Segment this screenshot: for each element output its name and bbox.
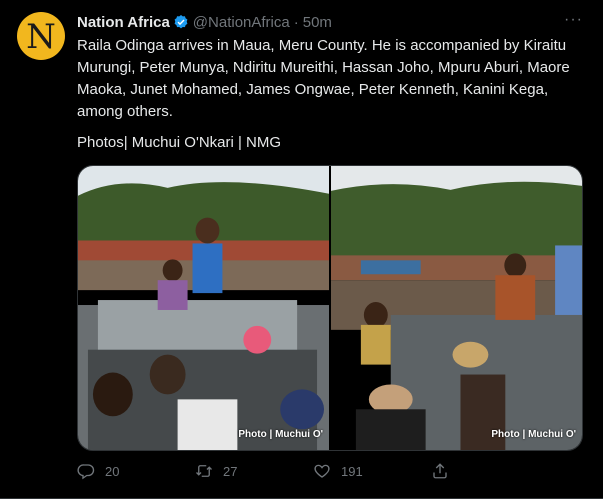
retweet-button[interactable]: 27 — [195, 462, 313, 480]
avatar[interactable]: N — [17, 12, 65, 60]
share-icon — [433, 463, 447, 479]
tweet-header: Nation Africa @NationAfrica · 50m ··· — [77, 11, 583, 33]
photo-watermark: Photo | Muchui O' — [491, 429, 576, 440]
tweet-text: Raila Odinga arrives in Maua, Meru Count… — [77, 37, 574, 120]
like-count: 191 — [341, 463, 363, 479]
dot-separator: · — [293, 13, 299, 31]
photo-watermark: Photo | Muchui O' — [238, 429, 323, 440]
crowd-photo-image — [78, 166, 329, 450]
heart-icon — [314, 464, 330, 478]
tweet-timestamp[interactable]: 50m — [303, 14, 332, 31]
reply-count: 20 — [105, 463, 120, 479]
action-bar: 20 27 191 — [77, 462, 507, 480]
author-name[interactable]: Nation Africa — [77, 14, 170, 31]
reply-icon — [77, 464, 95, 480]
verified-badge-icon — [174, 15, 188, 29]
author-handle[interactable]: @NationAfrica — [193, 14, 290, 31]
more-options-icon[interactable]: ··· — [564, 11, 583, 29]
media-photo[interactable]: Photo | Muchui O' — [331, 166, 582, 450]
tweet[interactable]: N Nation Africa @NationAfrica · 50m ··· … — [0, 0, 603, 499]
avatar-logo: N — [26, 17, 56, 57]
photo-credit: Photos| Muchui O'Nkari | NMG — [77, 134, 282, 151]
reply-button[interactable]: 20 — [77, 462, 195, 480]
crowd-photo-image — [331, 166, 582, 450]
share-button[interactable] — [431, 462, 459, 480]
media-grid: Photo | Muchui O' Photo | Muchui O' — [77, 165, 583, 451]
like-button[interactable]: 191 — [313, 462, 431, 480]
retweet-count: 27 — [223, 463, 238, 479]
media-photo[interactable]: Photo | Muchui O' — [78, 166, 329, 450]
retweet-icon — [196, 465, 212, 477]
